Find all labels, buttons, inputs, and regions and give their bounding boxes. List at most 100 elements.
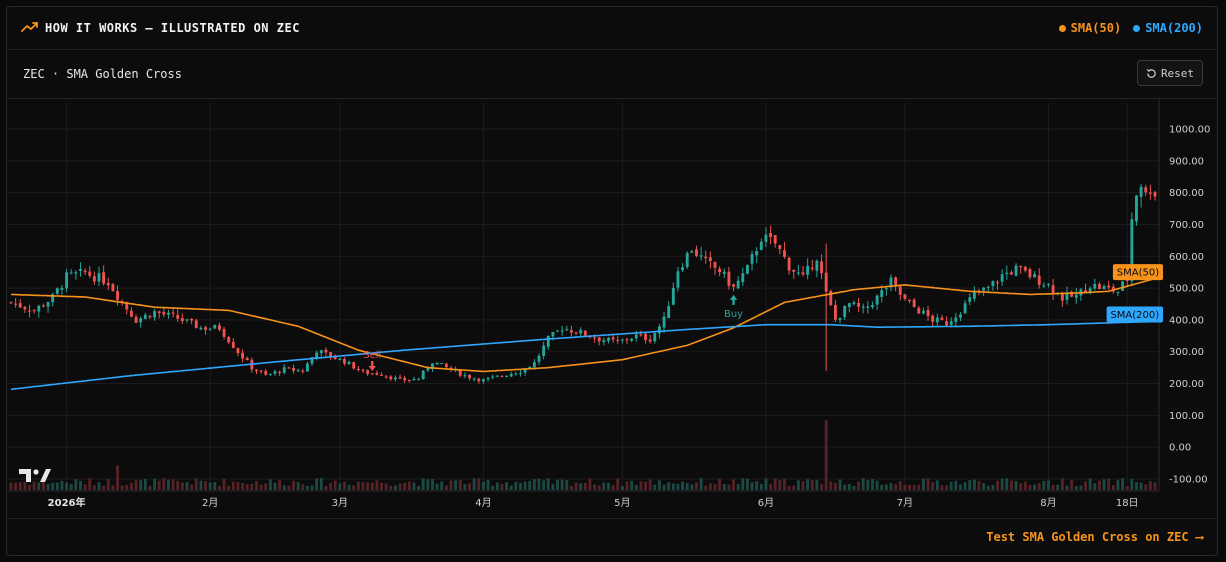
widget-frame: HOW IT WORKS — ILLUSTRATED ON ZEC SMA(50… (6, 6, 1218, 556)
volume-bar (1084, 481, 1087, 490)
buy-signal-label: Buy (724, 309, 743, 320)
candle-body (301, 370, 305, 372)
candle-body (268, 373, 272, 375)
chart-area[interactable]: 1000.00 900.00 800.00 700.00 600.00 500.00 400… (7, 99, 1217, 519)
chart-title: ZEC · SMA Golden Cross (23, 67, 182, 81)
volume-bar (926, 478, 930, 490)
candle-body (287, 367, 291, 369)
candle-body (134, 316, 138, 323)
volume-bar (134, 479, 138, 490)
candle-body (653, 333, 657, 342)
volume-bar (991, 485, 995, 490)
volume-bar (871, 478, 874, 490)
volume-bar (88, 478, 92, 490)
candle-body (898, 286, 902, 295)
candle-body (199, 327, 203, 330)
candle-body (718, 268, 722, 273)
candle-body (41, 305, 45, 307)
volume-bar (912, 484, 916, 490)
candle-body (945, 321, 949, 326)
y-tick-label: 100.00 (1169, 411, 1204, 422)
reset-button[interactable]: Reset (1137, 60, 1203, 86)
candle-body (972, 291, 976, 299)
price-chart[interactable]: 1000.00 900.00 800.00 700.00 600.00 500.00 400… (7, 99, 1217, 519)
volume-bar (773, 478, 777, 490)
volume-bar (620, 485, 624, 490)
y-tick-label: 500.00 (1169, 284, 1204, 295)
candle-body (963, 303, 967, 314)
volume-bar (116, 465, 119, 490)
volume-bar (180, 482, 184, 490)
candle-body (625, 339, 629, 341)
candle-body (1102, 286, 1106, 290)
volume-bar (481, 481, 485, 490)
candle-body (880, 290, 884, 297)
volume-bar (444, 485, 448, 490)
volume-bar (431, 479, 434, 490)
volume-bar (653, 484, 657, 490)
candle-body (1148, 192, 1152, 194)
y-tick-label: 1000.00 (1169, 125, 1210, 136)
candle-body (759, 241, 763, 250)
volume-bar (963, 482, 967, 490)
y-tick-label: 700.00 (1169, 220, 1204, 231)
volume-bar (648, 479, 652, 490)
candle-body (968, 297, 972, 302)
candle-body (537, 355, 541, 362)
volume-bar (1139, 482, 1143, 490)
candle-body (806, 265, 810, 275)
candle-body (426, 368, 430, 371)
candle-body (185, 319, 189, 321)
legend-dot-sma50 (1058, 24, 1066, 32)
candle-body (644, 333, 647, 341)
y-tick-label: 200.00 (1169, 379, 1204, 390)
volume-bar (607, 482, 610, 490)
volume-bar (292, 481, 295, 490)
x-tick-label: 6月 (758, 497, 774, 509)
x-tick-label: 18日 (1116, 498, 1139, 509)
volume-bar (681, 481, 685, 490)
volume-bar (120, 485, 124, 490)
candle-body (458, 370, 462, 376)
volume-bar (171, 479, 175, 490)
volume-bar (217, 485, 221, 490)
candle-body (551, 332, 555, 337)
header-bar: HOW IT WORKS — ILLUSTRATED ON ZEC SMA(50… (7, 7, 1217, 50)
volume-bar (167, 479, 170, 490)
candle-body (292, 368, 295, 371)
volume-bar (14, 482, 18, 490)
test-strategy-link[interactable]: Test SMA Golden Cross on ZEC ⟶ (986, 530, 1203, 544)
candle-body (55, 288, 59, 294)
volume-bar (486, 479, 490, 490)
volume-bar (833, 483, 837, 490)
candle-body (560, 330, 564, 332)
volume-bar (111, 485, 115, 490)
volume-bar (866, 479, 870, 490)
candle-body (204, 327, 207, 330)
volume-bar (231, 481, 235, 490)
volume-bar (329, 483, 333, 490)
volume-bar (32, 481, 36, 490)
volume-bar (1042, 480, 1046, 490)
volume-bar (783, 478, 786, 490)
volume-bar (1088, 478, 1092, 490)
volume-bar (880, 484, 884, 490)
candle-body (820, 261, 823, 274)
candle-body (1139, 186, 1143, 197)
candle-body (959, 314, 962, 318)
candle-body (417, 379, 421, 381)
volume-bar (537, 478, 541, 490)
candle-body (162, 311, 166, 315)
volume-bar (1005, 478, 1009, 490)
volume-bar (1056, 484, 1060, 490)
candle-body (384, 376, 388, 378)
volume-bar (352, 485, 356, 490)
candle-body (921, 310, 925, 314)
volume-bar (986, 485, 990, 490)
volume-bar (671, 483, 675, 490)
candle-body (319, 350, 323, 354)
candle-body (282, 367, 286, 373)
candle-body (222, 329, 226, 337)
volume-bar (1000, 478, 1004, 490)
candle-body (403, 377, 407, 381)
